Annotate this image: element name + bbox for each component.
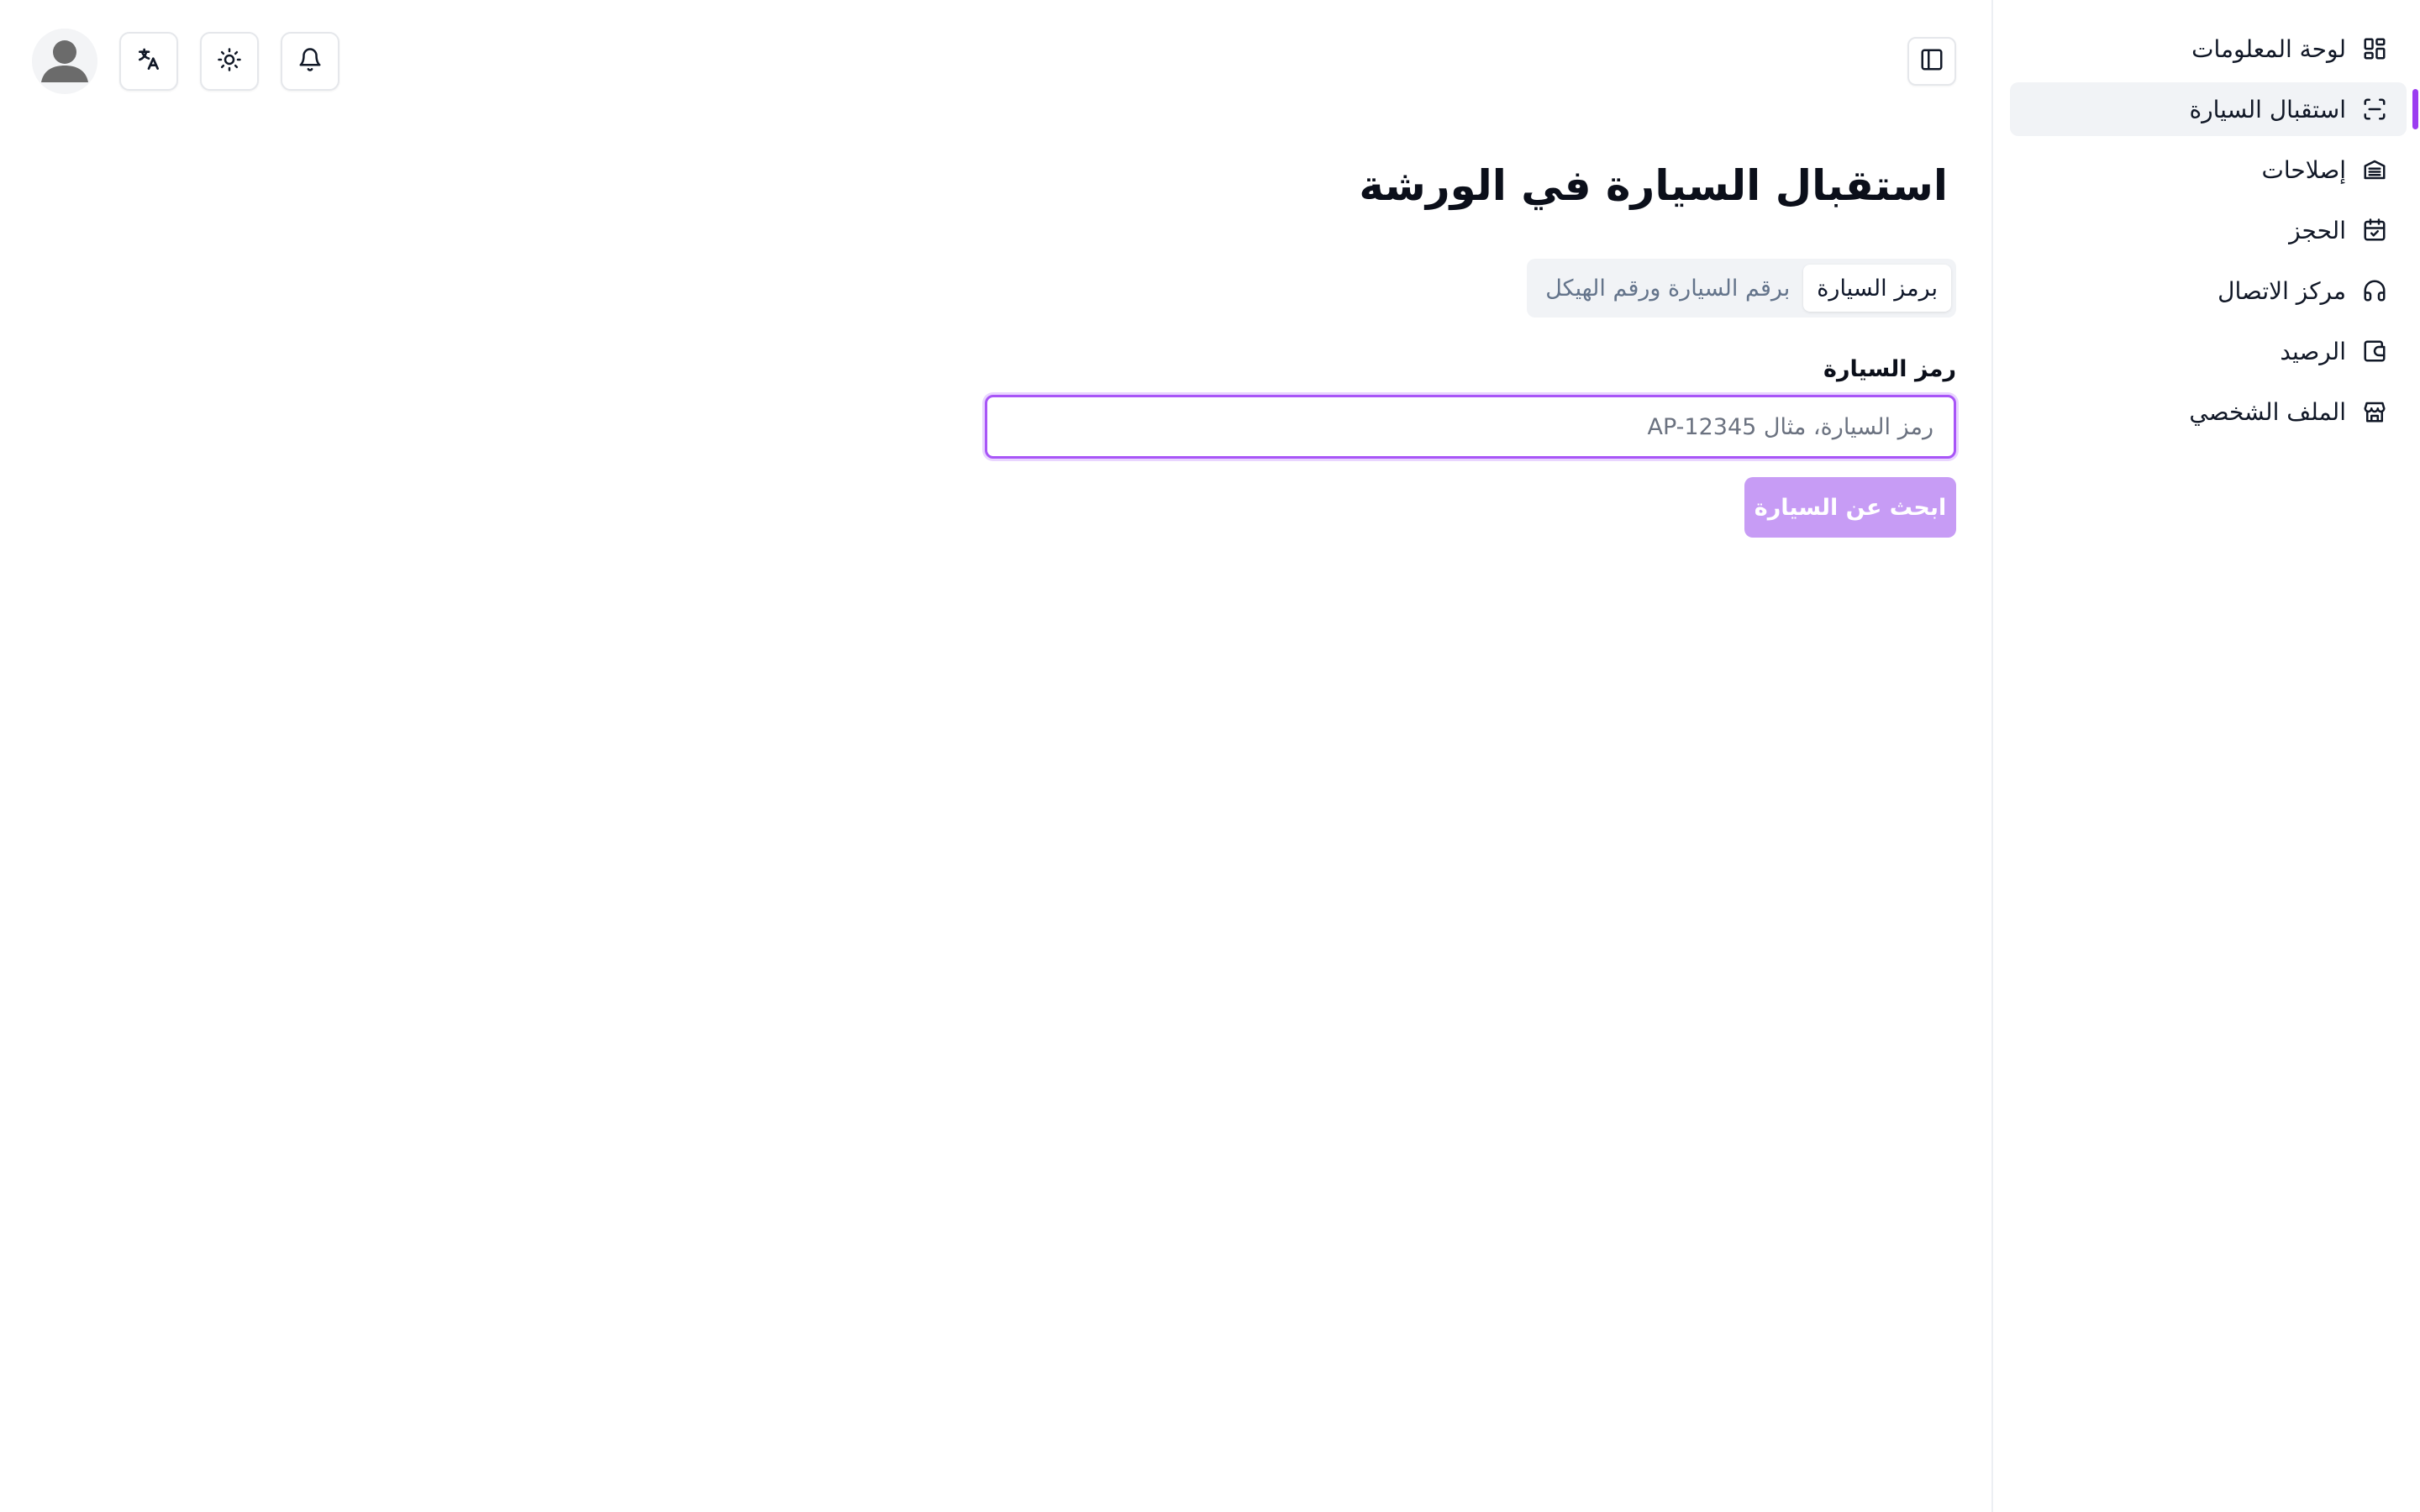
page-title: استقبال السيارة في الورشة <box>1359 161 1948 210</box>
search-mode-tabs: برمز السيارة برقم السيارة ورقم الهيكل <box>1527 259 1956 318</box>
sidebar-item-balance[interactable]: الرصيد <box>2010 324 2407 378</box>
sidebar-item-profile[interactable]: الملف الشخصي <box>2010 385 2407 438</box>
translate-icon <box>135 46 162 76</box>
sidebar-item-booking[interactable]: الحجز <box>2010 203 2407 257</box>
sidebar-item-repairs[interactable]: إصلاحات <box>2010 143 2407 197</box>
store-icon <box>2360 396 2390 427</box>
headset-icon <box>2360 276 2390 306</box>
notifications-button[interactable] <box>281 32 339 91</box>
sidebar-item-dashboard[interactable]: لوحة المعلومات <box>2010 22 2407 76</box>
sidebar-item-call-center[interactable]: مركز الاتصال <box>2010 264 2407 318</box>
sidebar-item-label: الحجز <box>2289 216 2346 244</box>
repairs-icon <box>2360 155 2390 185</box>
sidebar-item-car-reception[interactable]: استقبال السيارة <box>2010 82 2418 136</box>
car-code-label: رمز السيارة <box>1823 356 1956 382</box>
sidebar-item-label: لوحة المعلومات <box>2191 34 2346 63</box>
user-avatar[interactable] <box>32 29 97 94</box>
avatar-icon <box>32 29 97 94</box>
sun-icon <box>217 47 242 76</box>
tab-by-plate-and-vin[interactable]: برقم السيارة ورقم الهيكل <box>1532 265 1803 312</box>
sidebar-item-label: مركز الاتصال <box>2217 276 2346 305</box>
topbar-controls <box>32 29 339 94</box>
theme-toggle-button[interactable] <box>200 32 259 91</box>
tab-by-car-code[interactable]: برمز السيارة <box>1803 265 1951 312</box>
sidebar-item-label: استقبال السيارة <box>2189 95 2346 123</box>
wallet-icon <box>2360 336 2390 366</box>
sidebar-item-label: الملف الشخصي <box>2189 397 2346 426</box>
sidebar-item-label: إصلاحات <box>2261 155 2346 184</box>
car-code-input[interactable] <box>985 395 1956 459</box>
sidebar-item-label: الرصيد <box>2280 337 2346 365</box>
sidebar-nav: لوحة المعلومات استقبال السيارة إصلاحات ا… <box>2010 22 2418 445</box>
scan-icon <box>2360 94 2390 124</box>
language-button[interactable] <box>119 32 178 91</box>
search-car-button[interactable]: ابحث عن السيارة <box>1744 477 1956 538</box>
sidebar-toggle-icon <box>1919 47 1944 76</box>
bell-icon <box>297 47 323 76</box>
sidebar: لوحة المعلومات استقبال السيارة إصلاحات ا… <box>1991 0 2420 1512</box>
dashboard-grid-icon <box>2360 34 2390 64</box>
sidebar-toggle-button[interactable] <box>1907 37 1956 86</box>
calendar-icon <box>2360 215 2390 245</box>
